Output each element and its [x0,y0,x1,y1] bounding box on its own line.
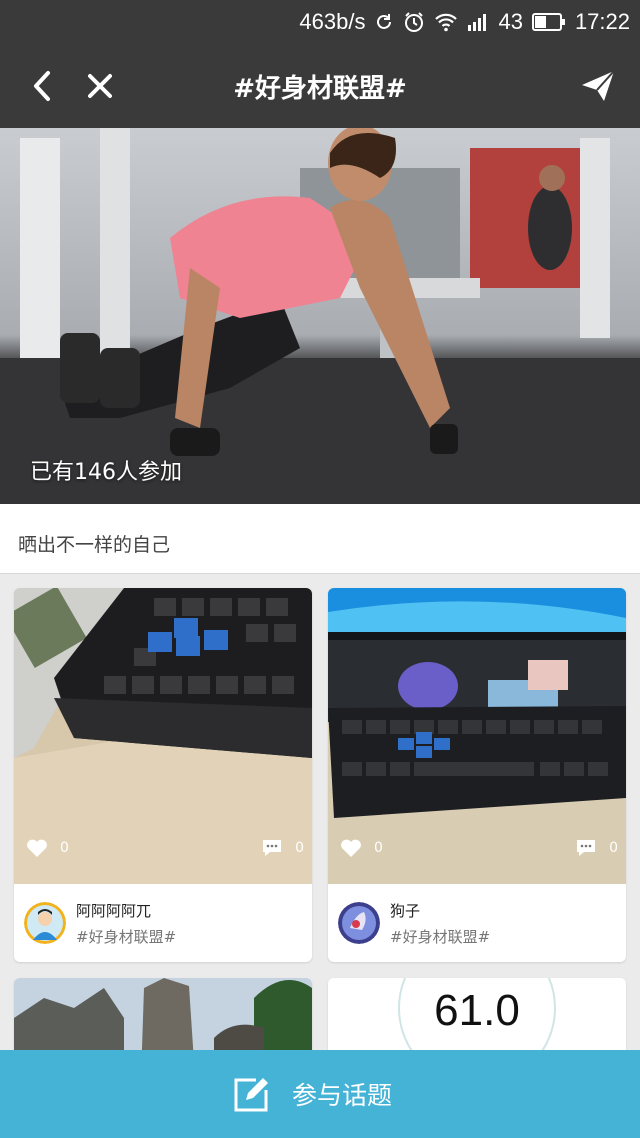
alarm-icon [405,12,424,32]
like-count: 0 [60,840,69,856]
workout-photo [0,128,640,504]
send-icon [582,70,615,101]
close-icon [88,74,112,98]
participant-count: 已有146人参加 [30,460,182,485]
join-topic-label: 参与话题 [292,1081,393,1110]
join-topic-button[interactable]: 参与话题 [0,1050,640,1138]
avatar-image [338,902,380,944]
back-button[interactable] [22,66,62,106]
battery-icon [531,13,565,31]
heart-icon [27,839,47,857]
comment-icon [263,840,282,856]
avatar[interactable] [24,902,66,944]
like-count: 0 [374,840,383,856]
comment-icon [577,840,596,856]
avatar-image [24,902,66,944]
nav-bar: #好身材联盟# [0,44,640,128]
comment-count: 0 [295,840,304,856]
wifi-icon [435,13,458,32]
hero-banner[interactable]: 已有146人参加 [0,128,640,504]
status-bar: 463b/s 43 17:22 [0,0,640,44]
chevron-left-icon [34,71,50,101]
page-title: #好身材联盟# [233,74,407,104]
share-button[interactable] [578,66,618,106]
clock: 17:22 [574,9,630,34]
topic-tag[interactable]: #好身材联盟# [390,926,490,947]
like-counter[interactable]: 0 [26,838,69,858]
comment-counter[interactable]: 0 [261,838,304,858]
edit-icon [234,1078,268,1112]
heart-icon [341,839,361,857]
post-card[interactable]: 0 0 狗子 #好身材联盟# [328,588,626,962]
author-name[interactable]: 阿阿阿阿兀 [76,900,151,921]
scale-reading: 61.0 [434,986,520,1035]
sync-icon [377,14,392,29]
author-name[interactable]: 狗子 [390,900,420,921]
battery-percent: 43 [498,9,523,34]
network-speed: 463b/s [299,9,366,34]
topic-description: 晒出不一样的自己 [0,504,640,574]
comment-count: 0 [609,840,618,856]
close-button[interactable] [80,66,120,106]
post-card[interactable]: 0 0 阿阿阿阿兀 #好身材联盟# [14,588,312,962]
comment-counter[interactable]: 0 [575,838,618,858]
topic-description-text: 晒出不一样的自己 [18,534,171,556]
like-counter[interactable]: 0 [340,838,383,858]
avatar[interactable] [338,902,380,944]
signal-icon [468,14,487,31]
topic-tag[interactable]: #好身材联盟# [76,926,176,947]
